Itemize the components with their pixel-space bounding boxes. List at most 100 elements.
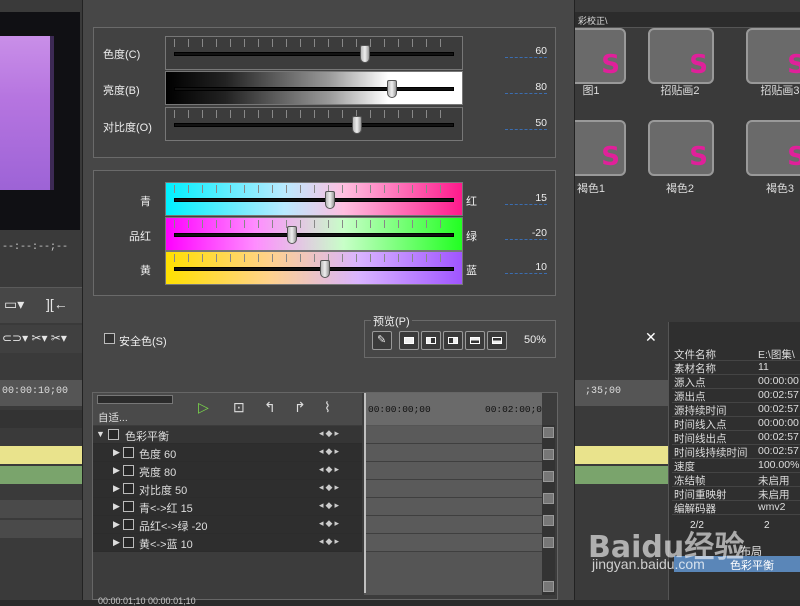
effect-label: 招贴画3 bbox=[760, 85, 800, 97]
keyframe-track[interactable] bbox=[364, 426, 542, 444]
cyan-red-slider[interactable] bbox=[165, 182, 463, 216]
brightness-value[interactable]: 80 bbox=[505, 81, 547, 94]
property-row: 源出点 00:02:57 bbox=[672, 389, 800, 403]
blue-label: 蓝 bbox=[466, 265, 477, 277]
keyframe-track[interactable] bbox=[364, 534, 542, 552]
playhead[interactable] bbox=[364, 393, 366, 593]
play-icon[interactable]: ▷ bbox=[198, 399, 209, 416]
add-keyframe-icon[interactable]: ⊡ bbox=[233, 399, 245, 416]
keyframe-track[interactable] bbox=[364, 516, 542, 534]
ruler-timecode-start: 00:00:00;00 bbox=[368, 404, 431, 415]
property-row: 时间线入点 00:00:00 bbox=[672, 417, 800, 431]
scroll-button[interactable] bbox=[543, 449, 554, 460]
scroll-button[interactable] bbox=[543, 493, 554, 504]
cyan-red-value[interactable]: 15 bbox=[505, 192, 547, 205]
monitor-icon[interactable]: ▭▾ bbox=[4, 296, 24, 313]
keyframe-zoom-select[interactable]: 自适... bbox=[98, 410, 128, 425]
contrast-value[interactable]: 50 bbox=[505, 117, 547, 130]
next-keyframe-icon[interactable]: ↱ bbox=[294, 399, 306, 416]
keyframe-track[interactable] bbox=[364, 444, 542, 462]
safe-color-label: 安全色(S) bbox=[119, 336, 167, 348]
preview-frame-edge bbox=[50, 36, 54, 190]
keyframe-row[interactable]: ▶ 品红<->绿 -20 ◂◆▸ bbox=[93, 516, 362, 534]
graph-icon[interactable]: ⌇ bbox=[324, 399, 331, 416]
keyframe-row[interactable]: ▶ 青<->红 15 ◂◆▸ bbox=[93, 498, 362, 516]
watermark-url: jingyan.baidu.com bbox=[592, 556, 705, 572]
effect-tile[interactable]: S bbox=[648, 120, 714, 176]
keyframe-zoom-scrollbar[interactable] bbox=[97, 395, 173, 404]
effects-header bbox=[575, 12, 800, 28]
eyedropper-icon[interactable]: ✎ bbox=[372, 331, 392, 350]
property-row: 时间重映射 未启用 bbox=[672, 487, 800, 501]
keyframe-row[interactable]: ▶ 对比度 50 ◂◆▸ bbox=[93, 480, 362, 498]
scroll-button[interactable] bbox=[543, 537, 554, 548]
property-row: 时间线持续时间 00:02:57 bbox=[672, 445, 800, 459]
chroma-slider[interactable] bbox=[165, 36, 463, 70]
player-timecode: --:--:--;-- bbox=[2, 242, 69, 253]
keyframe-track[interactable] bbox=[364, 462, 542, 480]
preview-full-icon[interactable] bbox=[399, 331, 419, 350]
cyan-label: 青 bbox=[140, 196, 151, 208]
scroll-button[interactable] bbox=[543, 427, 554, 438]
slider-thumb[interactable] bbox=[320, 260, 330, 278]
preview-split-left-icon[interactable] bbox=[421, 331, 441, 350]
preview-zoom: 50% bbox=[524, 334, 547, 346]
player-toolbar: ▭▾ ][← bbox=[0, 287, 82, 323]
slider-thumb[interactable] bbox=[360, 45, 370, 63]
effect-label: 招贴画2 bbox=[660, 85, 700, 97]
timeline-clip-green[interactable] bbox=[0, 466, 82, 484]
safe-color-checkbox[interactable] bbox=[104, 333, 115, 344]
preview-split-right-icon[interactable] bbox=[443, 331, 463, 350]
preview-frame bbox=[0, 36, 50, 190]
scroll-button[interactable] bbox=[543, 471, 554, 482]
keyframe-row[interactable]: ▶ 亮度 80 ◂◆▸ bbox=[93, 462, 362, 480]
keyframe-track[interactable] bbox=[364, 480, 542, 498]
keyframe-footer-timecode: 00:00:01;10 00:00:01;10 bbox=[98, 596, 196, 606]
effect-tile[interactable]: S bbox=[746, 120, 800, 176]
yellow-blue-value[interactable]: 10 bbox=[505, 261, 547, 274]
chroma-value[interactable]: 60 bbox=[505, 45, 547, 58]
mark-in-icon[interactable]: ][← bbox=[46, 296, 68, 312]
link-icon[interactable]: ⊂⊃▾ ✂▾ ✂▾ bbox=[2, 331, 67, 345]
preview-split-bottom-icon[interactable] bbox=[487, 331, 507, 350]
property-row: 源入点 00:00:00 bbox=[672, 375, 800, 389]
effects-category-label: 彩校正\ bbox=[578, 16, 608, 26]
slider-thumb[interactable] bbox=[387, 80, 397, 98]
preview-split-top-icon[interactable] bbox=[465, 331, 485, 350]
property-row: 速度 100.00% bbox=[672, 459, 800, 473]
prev-keyframe-icon[interactable]: ↰ bbox=[264, 399, 276, 416]
ruler-timecode-mark: 00:02:00;0 bbox=[485, 404, 543, 415]
effect-tile[interactable]: S bbox=[746, 28, 800, 84]
timeline-track[interactable] bbox=[0, 520, 82, 538]
timeline-ruler-timecode: ;35;00 bbox=[585, 386, 622, 397]
yellow-blue-slider[interactable] bbox=[165, 251, 463, 285]
scroll-button[interactable] bbox=[543, 581, 554, 592]
property-row: 素材名称 11 bbox=[672, 361, 800, 375]
timeline-track[interactable] bbox=[0, 500, 82, 518]
keyframe-track[interactable] bbox=[364, 498, 542, 516]
timeline-clip-yellow[interactable] bbox=[575, 446, 668, 464]
keyframe-row[interactable]: ▶ 色度 60 ◂◆▸ bbox=[93, 444, 362, 462]
magenta-green-value[interactable]: -20 bbox=[505, 227, 547, 240]
contrast-label: 对比度(O) bbox=[103, 122, 152, 134]
timeline-clip-green[interactable] bbox=[575, 466, 668, 484]
magenta-green-slider[interactable] bbox=[165, 217, 463, 251]
property-row: 源持续时间 00:02:57 bbox=[672, 403, 800, 417]
effect-tile[interactable]: S bbox=[648, 28, 714, 84]
timeline-ruler-timecode: 00:00:10;00 bbox=[2, 386, 69, 397]
magenta-label: 品红 bbox=[129, 231, 151, 243]
property-row: 文件名称 E:\图集\ bbox=[672, 347, 800, 361]
slider-thumb[interactable] bbox=[352, 116, 362, 134]
keyframe-row[interactable]: ▶ 黄<->蓝 10 ◂◆▸ bbox=[93, 534, 362, 552]
timeline-track[interactable] bbox=[0, 410, 82, 428]
keyframe-row[interactable]: ▼ 色彩平衡 ◂◆▸ bbox=[93, 426, 362, 444]
scroll-button[interactable] bbox=[543, 515, 554, 526]
close-icon[interactable]: ✕ bbox=[645, 329, 657, 346]
brightness-label: 亮度(B) bbox=[103, 85, 140, 97]
property-row: 冻结帧 未启用 bbox=[672, 473, 800, 487]
slider-thumb[interactable] bbox=[287, 226, 297, 244]
slider-thumb[interactable] bbox=[325, 191, 335, 209]
brightness-slider[interactable] bbox=[165, 71, 463, 105]
timeline-clip-yellow[interactable] bbox=[0, 446, 82, 464]
contrast-slider[interactable] bbox=[165, 107, 463, 141]
